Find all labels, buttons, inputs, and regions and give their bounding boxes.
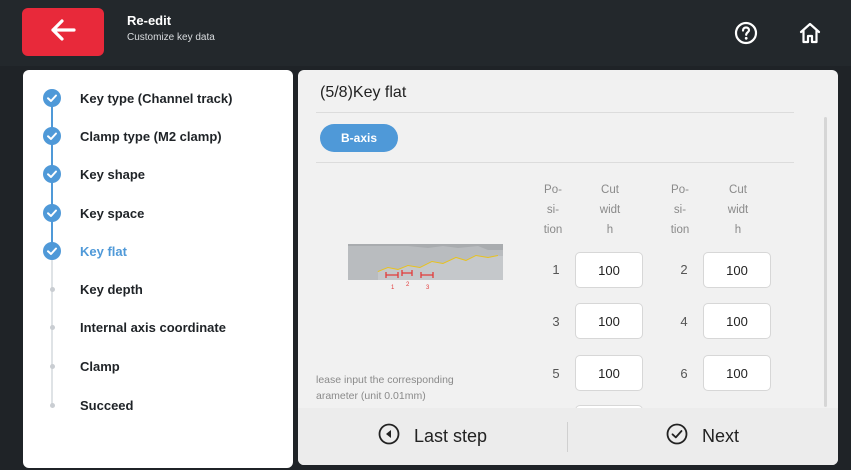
step-label: Key shape <box>80 166 146 182</box>
step-key-shape: Key shape <box>23 159 293 189</box>
instruction-text: lease input the corresponding arameter (… <box>316 372 516 404</box>
step-internal-axis-coordinate: Internal axis coordinate <box>23 312 293 342</box>
back-button[interactable] <box>22 8 104 56</box>
scrollbar[interactable] <box>824 117 827 407</box>
footer-actions: Last step Next <box>298 408 838 465</box>
title-block: Re-edit Customize key data <box>127 13 215 46</box>
step-label: Key flat <box>80 243 127 259</box>
step-clamp: Clamp <box>23 351 293 381</box>
cut-width-input[interactable]: 100 <box>575 355 643 391</box>
step-label: Succeed <box>80 397 134 413</box>
step-label: Clamp type (M2 clamp) <box>80 128 222 144</box>
check-circle-icon <box>41 121 63 151</box>
last-step-label: Last step <box>413 426 488 446</box>
divider <box>316 112 794 113</box>
main-panel: (5/8)Key flat B-axis 1 2 3 lease input t… <box>298 70 838 465</box>
pending-dot-icon <box>41 390 63 420</box>
key-mark-label: 1 <box>391 285 395 291</box>
page-title: Re-edit <box>127 13 172 28</box>
position-number: 4 <box>680 314 688 329</box>
position-column-header: Po-si-tion <box>543 184 563 236</box>
cut-width-input[interactable]: 100 <box>703 355 771 391</box>
question-circle-icon[interactable] <box>733 20 759 46</box>
key-mark-label: 2 <box>406 282 410 288</box>
cut-width-column-header: Cut widt h <box>727 184 749 236</box>
step-key-type: Key type (Channel track) <box>23 83 293 113</box>
page-subtitle: Customize key data <box>127 32 215 43</box>
previous-circle-icon <box>378 423 400 450</box>
top-bar: Re-edit Customize key data <box>0 0 851 66</box>
position-number: 2 <box>680 262 688 277</box>
cut-width-input[interactable]: 100 <box>703 252 771 288</box>
key-mark-label: 3 <box>426 285 430 291</box>
section-title: (5/8)Key flat <box>320 84 407 101</box>
pending-dot-icon <box>41 351 63 381</box>
step-label: Key type (Channel track) <box>80 90 233 106</box>
position-number: 6 <box>680 366 688 381</box>
check-circle-icon <box>41 198 63 228</box>
home-icon[interactable] <box>797 20 823 46</box>
check-circle-icon <box>41 83 63 113</box>
step-label: Key depth <box>80 281 143 297</box>
position-number: 1 <box>552 262 560 277</box>
check-circle-icon <box>41 236 63 266</box>
step-clamp-type: Clamp type (M2 clamp) <box>23 121 293 151</box>
cut-width-input[interactable]: 100 <box>575 252 643 288</box>
key-profile-image: 1 2 3 <box>348 242 503 294</box>
position-number: 5 <box>552 366 560 381</box>
cut-width-input[interactable]: 100 <box>703 303 771 339</box>
cut-width-input[interactable]: 100 <box>575 303 643 339</box>
steps-sidebar: Key type (Channel track) Clamp type (M2 … <box>23 70 293 468</box>
step-key-flat: Key flat <box>23 236 293 266</box>
step-label: Clamp <box>80 358 120 374</box>
position-column-header: Po-si-tion <box>670 184 690 236</box>
divider <box>316 162 794 163</box>
pending-dot-icon <box>41 274 63 304</box>
cut-width-column-header: Cut widt h <box>599 184 621 236</box>
step-key-depth: Key depth <box>23 274 293 304</box>
instruction-line: arameter (unit 0.01mm) <box>316 390 426 402</box>
position-number: 3 <box>552 314 560 329</box>
instruction-line: lease input the corresponding <box>316 374 454 386</box>
key-flat-form[interactable]: B-axis 1 2 3 lease input the correspondi… <box>298 112 838 415</box>
step-succeed: Succeed <box>23 390 293 420</box>
check-circle-outline-icon <box>666 423 688 450</box>
step-label: Key space <box>80 205 145 221</box>
pending-dot-icon <box>41 312 63 342</box>
b-axis-button[interactable]: B-axis <box>320 124 398 152</box>
step-label: Internal axis coordinate <box>80 319 226 335</box>
last-step-button[interactable]: Last step <box>298 408 567 465</box>
step-key-space: Key space <box>23 198 293 228</box>
next-button[interactable]: Next <box>568 408 837 465</box>
arrow-left-icon <box>50 18 76 46</box>
check-circle-icon <box>41 159 63 189</box>
next-label: Next <box>701 426 739 446</box>
